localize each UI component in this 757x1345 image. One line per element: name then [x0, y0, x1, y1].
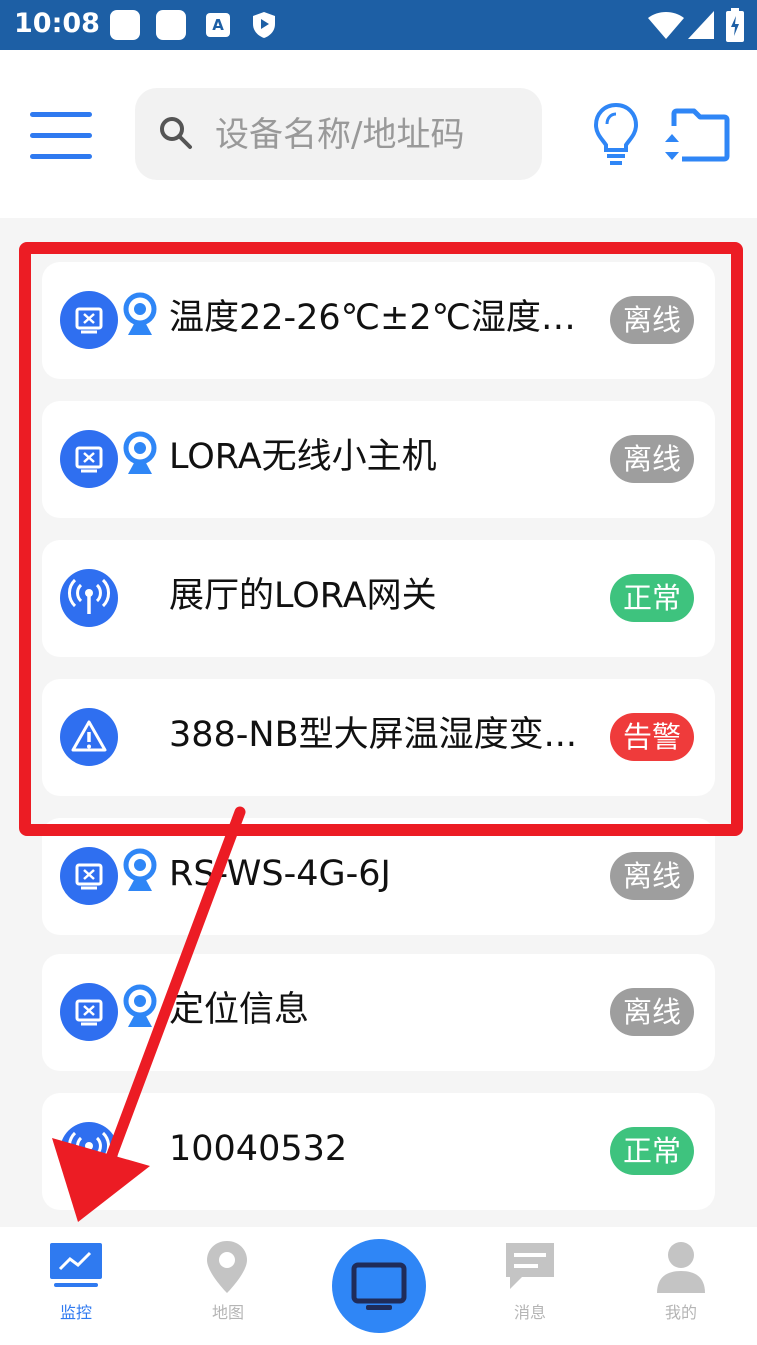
text-a-icon: A	[206, 13, 230, 37]
folder-sort-icon[interactable]	[662, 108, 730, 162]
message-icon	[506, 1243, 554, 1289]
list-item[interactable]: 388-NB型大屏温湿度变... 告警	[42, 679, 715, 796]
status-badge: 告警	[610, 713, 694, 761]
map-pin-icon	[207, 1241, 247, 1293]
device-icon	[60, 983, 118, 1041]
device-icon	[60, 291, 118, 349]
nav-label: 监控	[59, 1303, 92, 1322]
status-badge: 离线	[610, 435, 694, 483]
list-item[interactable]: RS-WS-4G-6J 离线	[42, 818, 715, 935]
bulb-icon[interactable]	[593, 102, 639, 168]
device-name: 388-NB型大屏温湿度变...	[169, 715, 578, 755]
status-badge: 离线	[610, 988, 694, 1036]
monitor-icon	[50, 1243, 102, 1287]
device-name: LORA无线小主机	[169, 437, 437, 477]
list-item[interactable]: 10040532 正常	[42, 1093, 715, 1210]
list-item[interactable]: 展厅的LORA网关 正常	[42, 540, 715, 657]
device-name: 温度22-26℃±2℃湿度45...	[169, 298, 589, 338]
camera-icon	[123, 292, 157, 335]
signal-icon	[688, 11, 714, 39]
camera-icon	[123, 431, 157, 474]
square-icon	[156, 10, 186, 40]
nav-mine[interactable]: 我的	[621, 1227, 741, 1345]
search-icon	[160, 117, 192, 149]
status-badge: 离线	[610, 852, 694, 900]
search-box[interactable]	[135, 88, 542, 180]
nav-label: 我的	[664, 1303, 697, 1322]
camera-icon	[123, 984, 157, 1027]
list-item[interactable]: 定位信息 离线	[42, 954, 715, 1071]
device-name: RS-WS-4G-6J	[169, 854, 391, 894]
user-icon	[657, 1242, 705, 1293]
device-name: 定位信息	[169, 990, 310, 1030]
shield-icon	[253, 12, 275, 38]
status-bar: 10:08 A	[0, 0, 757, 50]
bottom-nav: 监控 地图 消息 我的	[0, 1227, 757, 1345]
nav-map[interactable]: 地图	[168, 1227, 288, 1345]
antenna-icon	[60, 569, 118, 627]
wifi-icon	[648, 12, 684, 39]
battery-icon	[726, 8, 744, 42]
status-badge: 正常	[610, 574, 694, 622]
square-icon	[110, 10, 140, 40]
device-icon	[60, 430, 118, 488]
menu-icon[interactable]	[30, 112, 92, 160]
nav-messages[interactable]: 消息	[470, 1227, 590, 1345]
nav-monitor[interactable]: 监控	[16, 1227, 136, 1345]
status-badge: 离线	[610, 296, 694, 344]
list-item[interactable]: 温度22-26℃±2℃湿度45... 离线	[42, 262, 715, 379]
screen-icon	[351, 1262, 407, 1310]
status-time: 10:08	[14, 8, 100, 39]
camera-icon	[123, 848, 157, 891]
center-screen-button[interactable]	[332, 1239, 426, 1333]
list-item[interactable]: LORA无线小主机 离线	[42, 401, 715, 518]
device-name: 展厅的LORA网关	[169, 576, 437, 616]
header	[0, 50, 757, 218]
warning-icon	[60, 708, 118, 766]
device-name: 10040532	[169, 1129, 348, 1169]
device-icon	[60, 847, 118, 905]
nav-label: 地图	[211, 1303, 244, 1322]
search-input[interactable]	[213, 104, 527, 166]
antenna-icon	[60, 1122, 118, 1180]
nav-label: 消息	[513, 1303, 546, 1322]
status-badge: 正常	[610, 1127, 694, 1175]
